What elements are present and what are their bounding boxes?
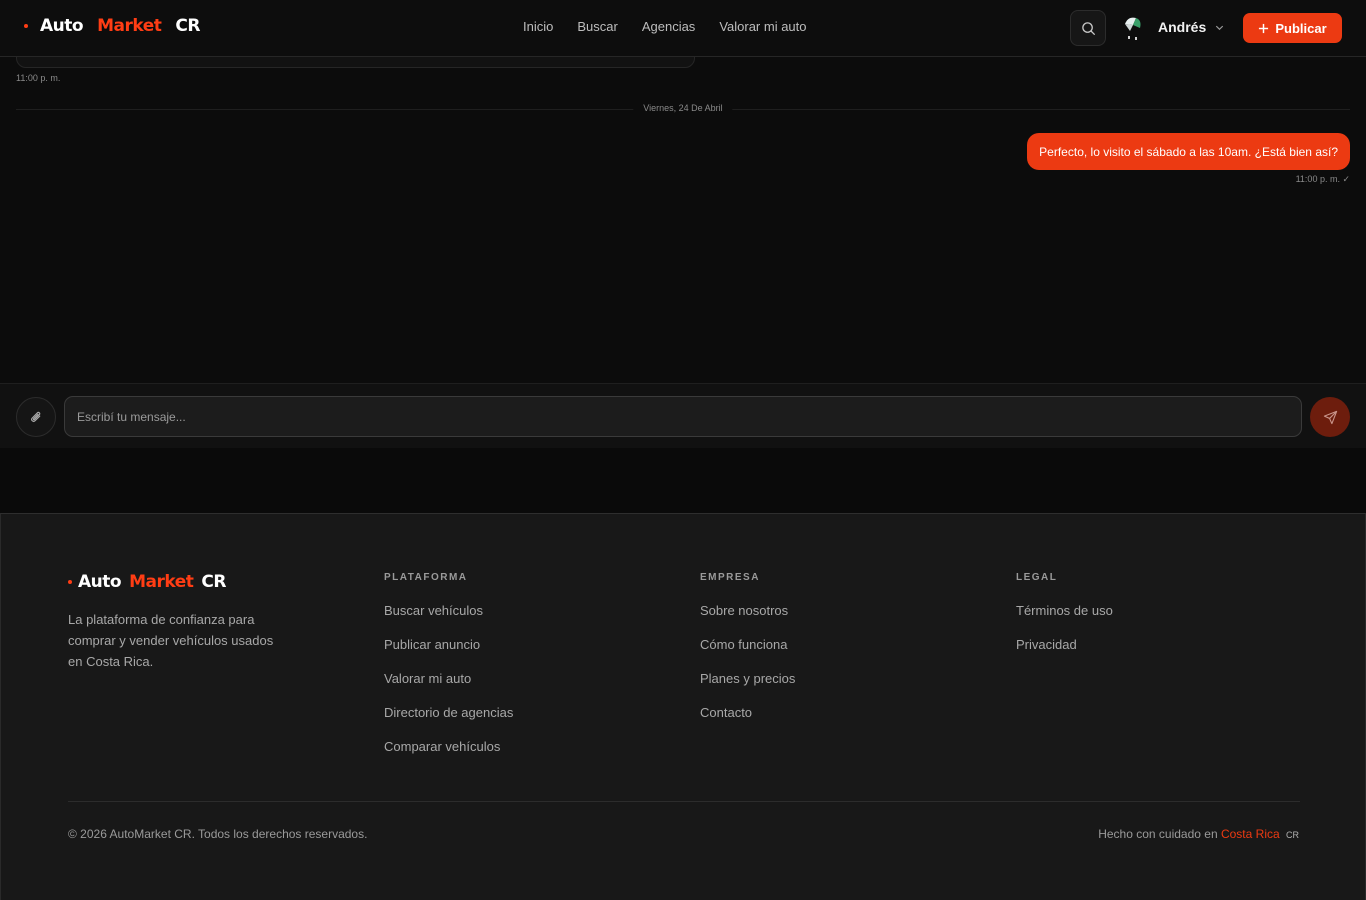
footer-link-contacto[interactable]: Contacto [700, 705, 795, 739]
page-spacer [0, 448, 1366, 513]
footer-link-planes-precios[interactable]: Planes y precios [700, 671, 795, 705]
logo-text-auto: Auto [78, 572, 122, 592]
chevron-down-icon[interactable] [1214, 22, 1225, 33]
message-time-read: 11:00 p. m. ✓ [1295, 174, 1350, 184]
message-input[interactable] [64, 396, 1302, 437]
avatar-image [1125, 17, 1141, 40]
plus-icon [1259, 23, 1269, 33]
nav-item-valorar[interactable]: Valorar mi auto [719, 19, 806, 34]
logo-text-auto: Auto [40, 16, 84, 36]
brand-logo[interactable]: Auto Market CR [24, 16, 200, 36]
message-bubble-outgoing: Perfecto, lo visito el sábado a las 10am… [1027, 133, 1350, 170]
footer-column-title: EMPRESA [700, 572, 760, 583]
nav-item-agencias[interactable]: Agencias [642, 19, 695, 34]
user-name[interactable]: Andrés [1158, 19, 1206, 35]
footer-link-privacidad[interactable]: Privacidad [1016, 637, 1113, 671]
footer-link-valorar-auto[interactable]: Valorar mi auto [384, 671, 513, 705]
logo-dot [24, 24, 28, 28]
search-icon [1081, 21, 1095, 35]
footer-flag-label: CR [1286, 830, 1299, 840]
footer-link-comparar-vehiculos[interactable]: Comparar vehículos [384, 739, 513, 773]
footer-divider [68, 801, 1300, 802]
top-header: Auto Market CR Inicio Buscar Agencias Va… [0, 0, 1366, 57]
site-footer: Auto Market CR La plataforma de confianz… [0, 513, 1366, 900]
publish-button[interactable]: Publicar [1243, 13, 1342, 43]
footer-made-country[interactable]: Costa Rica [1221, 827, 1280, 841]
logo-text-cr: CR [175, 16, 200, 36]
message-composer [0, 383, 1366, 448]
date-separator-label: Viernes, 24 De Abril [633, 103, 733, 113]
footer-link-como-funciona[interactable]: Cómo funciona [700, 637, 795, 671]
nav-item-buscar[interactable]: Buscar [577, 19, 617, 34]
attach-button[interactable] [16, 397, 56, 437]
paperclip-icon [30, 411, 40, 422]
chat-thread[interactable]: 11:00 p. m. Viernes, 24 De Abril Perfect… [0, 37, 1366, 383]
footer-column-empresa: EMPRESA Sobre nosotros Cómo funciona Pla… [700, 572, 795, 739]
avatar[interactable] [1122, 14, 1146, 40]
footer-column-plataforma: PLATAFORMA Buscar vehículos Publicar anu… [384, 572, 513, 773]
footer-column-title: PLATAFORMA [384, 572, 468, 583]
logo-text-market: Market [129, 572, 194, 592]
nav-item-inicio[interactable]: Inicio [523, 19, 553, 34]
footer-link-terminos[interactable]: Términos de uso [1016, 603, 1113, 637]
footer-brand-logo[interactable]: Auto Market CR [68, 572, 226, 592]
footer-made-prefix: Hecho con cuidado en [1098, 827, 1218, 841]
logo-dot [68, 580, 72, 584]
footer-link-directorio-agencias[interactable]: Directorio de agencias [384, 705, 513, 739]
footer-link-publicar-anuncio[interactable]: Publicar anuncio [384, 637, 513, 671]
footer-copyright: © 2026 AutoMarket CR. Todos los derechos… [68, 827, 368, 841]
publish-button-label: Publicar [1275, 20, 1327, 36]
footer-made-in: Hecho con cuidado en Costa Rica CR [1098, 827, 1299, 841]
search-button[interactable] [1070, 10, 1106, 46]
date-separator: Viernes, 24 De Abril [16, 103, 1350, 113]
main-nav: Inicio Buscar Agencias Valorar mi auto [523, 19, 807, 34]
send-button[interactable] [1310, 397, 1350, 437]
logo-text-cr: CR [201, 572, 226, 592]
footer-link-sobre-nosotros[interactable]: Sobre nosotros [700, 603, 795, 637]
footer-link-buscar-vehiculos[interactable]: Buscar vehículos [384, 603, 513, 637]
send-icon [1323, 410, 1337, 424]
message-time: 11:00 p. m. [16, 73, 61, 83]
footer-column-title: LEGAL [1016, 572, 1058, 583]
logo-text-market: Market [97, 16, 162, 36]
footer-description: La plataforma de confianza para comprar … [68, 612, 274, 669]
message-text: Perfecto, lo visito el sábado a las 10am… [1039, 144, 1338, 159]
footer-column-legal: LEGAL Términos de uso Privacidad [1016, 572, 1113, 671]
